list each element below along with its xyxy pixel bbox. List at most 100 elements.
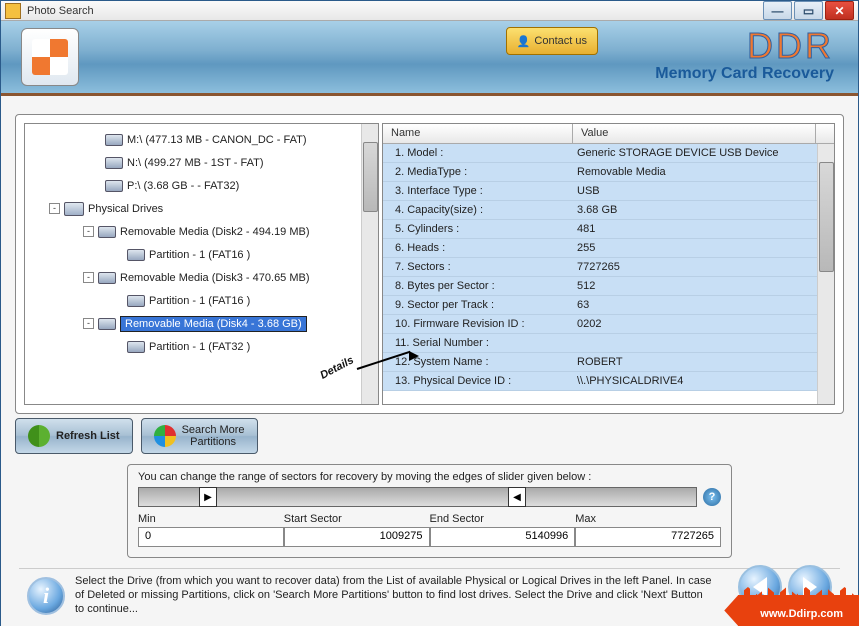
col-header-name[interactable]: Name bbox=[383, 124, 573, 143]
sector-slider[interactable]: ▶ ◀ bbox=[138, 487, 697, 507]
prop-name: 2. MediaType : bbox=[383, 166, 573, 178]
tree-item-label: Partition - 1 (FAT32 ) bbox=[149, 341, 250, 353]
tree-toggle[interactable]: - bbox=[83, 226, 94, 237]
brand-logo-icon bbox=[32, 39, 68, 75]
maximize-button[interactable]: ▭ bbox=[794, 1, 823, 20]
table-row[interactable]: 7. Sectors :7727265 bbox=[383, 258, 834, 277]
minimize-button[interactable]: — bbox=[763, 1, 792, 20]
properties-table: Name Value 1. Model :Generic STORAGE DEV… bbox=[382, 123, 835, 405]
prop-value: Generic STORAGE DEVICE USB Device bbox=[573, 147, 834, 159]
prop-name: 11. Serial Number : bbox=[383, 337, 573, 349]
prop-name: 5. Cylinders : bbox=[383, 223, 573, 235]
max-label: Max bbox=[575, 513, 721, 525]
prop-name: 12. System Name : bbox=[383, 356, 573, 368]
tree-item-label: Removable Media (Disk2 - 494.19 MB) bbox=[120, 226, 310, 238]
drive-icon bbox=[105, 157, 123, 169]
brand-title: DDR bbox=[747, 25, 834, 67]
prop-value: ROBERT bbox=[573, 356, 834, 368]
prop-name: 6. Heads : bbox=[383, 242, 573, 254]
drive-icon bbox=[105, 134, 123, 146]
prop-name: 10. Firmware Revision ID : bbox=[383, 318, 573, 330]
info-text: Select the Drive (from which you want to… bbox=[75, 575, 832, 616]
table-row[interactable]: 3. Interface Type :USB bbox=[383, 182, 834, 201]
end-sector-label: End Sector bbox=[430, 513, 576, 525]
help-icon[interactable]: ? bbox=[703, 488, 721, 506]
table-row[interactable]: 13. Physical Device ID :\\.\PHYSICALDRIV… bbox=[383, 372, 834, 391]
contact-us-button[interactable]: 👤 Contact us bbox=[506, 27, 598, 55]
table-row[interactable]: 6. Heads :255 bbox=[383, 239, 834, 258]
max-value[interactable]: 7727265 bbox=[575, 527, 721, 547]
props-scrollbar[interactable] bbox=[817, 144, 834, 404]
tree-item-label: Partition - 1 (FAT16 ) bbox=[149, 249, 250, 261]
start-sector-value[interactable]: 1009275 bbox=[284, 527, 430, 547]
info-panel: i Select the Drive (from which you want … bbox=[19, 568, 840, 622]
tree-item-label: Removable Media (Disk3 - 470.65 MB) bbox=[120, 272, 310, 284]
tree-item[interactable]: - Removable Media (Disk4 - 3.68 GB) bbox=[29, 312, 378, 335]
tree-item[interactable]: -Physical Drives bbox=[29, 197, 378, 220]
drive-icon bbox=[105, 180, 123, 192]
drive-icon bbox=[127, 249, 145, 261]
table-row[interactable]: 8. Bytes per Sector :512 bbox=[383, 277, 834, 296]
brand-subtitle: Memory Card Recovery bbox=[655, 65, 834, 83]
table-row[interactable]: 10. Firmware Revision ID :0202 bbox=[383, 315, 834, 334]
table-row[interactable]: 9. Sector per Track :63 bbox=[383, 296, 834, 315]
tree-item[interactable]: - Removable Media (Disk3 - 470.65 MB) bbox=[29, 266, 378, 289]
app-icon bbox=[5, 3, 21, 19]
tree-item-label: P:\ (3.68 GB - - FAT32) bbox=[127, 180, 239, 192]
tree-item[interactable]: P:\ (3.68 GB - - FAT32) bbox=[29, 174, 378, 197]
tree-item-label: Removable Media (Disk4 - 3.68 GB) bbox=[120, 316, 307, 332]
search-more-partitions-button[interactable]: Search MorePartitions bbox=[141, 418, 258, 454]
table-row[interactable]: 12. System Name :ROBERT bbox=[383, 353, 834, 372]
tree-item[interactable]: - Removable Media (Disk2 - 494.19 MB) bbox=[29, 220, 378, 243]
prop-value: 7727265 bbox=[573, 261, 834, 273]
table-row[interactable]: 2. MediaType :Removable Media bbox=[383, 163, 834, 182]
tree-item-label: Partition - 1 (FAT16 ) bbox=[149, 295, 250, 307]
drive-icon bbox=[98, 272, 116, 284]
pie-icon bbox=[154, 425, 176, 447]
prop-name: 3. Interface Type : bbox=[383, 185, 573, 197]
prop-value: 481 bbox=[573, 223, 834, 235]
tree-item[interactable]: M:\ (477.13 MB - CANON_DC - FAT) bbox=[29, 128, 378, 151]
slider-handle-start[interactable]: ▶ bbox=[199, 487, 217, 507]
tree-scrollbar[interactable] bbox=[361, 124, 378, 404]
prop-value: 63 bbox=[573, 299, 834, 311]
prop-name: 13. Physical Device ID : bbox=[383, 375, 573, 387]
tree-toggle[interactable]: - bbox=[83, 272, 94, 283]
table-row[interactable]: 11. Serial Number : bbox=[383, 334, 834, 353]
prop-value: 0202 bbox=[573, 318, 834, 330]
table-row[interactable]: 5. Cylinders :481 bbox=[383, 220, 834, 239]
drives-icon bbox=[64, 202, 84, 216]
table-row[interactable]: 1. Model :Generic STORAGE DEVICE USB Dev… bbox=[383, 144, 834, 163]
header: 👤 Contact us DDR Memory Card Recovery bbox=[1, 21, 858, 96]
min-value[interactable]: 0 bbox=[138, 527, 284, 547]
search-more-label: Search MorePartitions bbox=[182, 424, 245, 448]
drive-icon bbox=[127, 341, 145, 353]
drive-tree[interactable]: M:\ (477.13 MB - CANON_DC - FAT) N:\ (499… bbox=[24, 123, 379, 405]
sector-range-panel: You can change the range of sectors for … bbox=[127, 464, 732, 558]
tree-item-label: M:\ (477.13 MB - CANON_DC - FAT) bbox=[127, 134, 307, 146]
close-button[interactable]: ✕ bbox=[825, 1, 854, 20]
prop-value: 512 bbox=[573, 280, 834, 292]
tree-toggle[interactable]: - bbox=[49, 203, 60, 214]
tree-item[interactable]: N:\ (499.27 MB - 1ST - FAT) bbox=[29, 151, 378, 174]
col-header-value[interactable]: Value bbox=[573, 124, 816, 143]
person-icon: 👤 bbox=[517, 35, 531, 48]
drive-icon bbox=[98, 318, 116, 330]
window-title: Photo Search bbox=[27, 5, 763, 17]
drive-icon bbox=[98, 226, 116, 238]
refresh-list-button[interactable]: Refresh List bbox=[15, 418, 133, 454]
prop-name: 4. Capacity(size) : bbox=[383, 204, 573, 216]
drive-icon bbox=[127, 295, 145, 307]
tree-toggle[interactable]: - bbox=[83, 318, 94, 329]
table-row[interactable]: 4. Capacity(size) :3.68 GB bbox=[383, 201, 834, 220]
prop-value: 255 bbox=[573, 242, 834, 254]
end-sector-value[interactable]: 5140996 bbox=[430, 527, 576, 547]
tree-item[interactable]: Partition - 1 (FAT16 ) bbox=[29, 289, 378, 312]
prop-value: 3.68 GB bbox=[573, 204, 834, 216]
tree-item-label: N:\ (499.27 MB - 1ST - FAT) bbox=[127, 157, 264, 169]
prop-value: Removable Media bbox=[573, 166, 834, 178]
tree-item[interactable]: Partition - 1 (FAT16 ) bbox=[29, 243, 378, 266]
slider-handle-end[interactable]: ◀ bbox=[508, 487, 526, 507]
info-icon: i bbox=[27, 577, 65, 615]
tree-item[interactable]: Partition - 1 (FAT32 ) bbox=[29, 335, 378, 358]
